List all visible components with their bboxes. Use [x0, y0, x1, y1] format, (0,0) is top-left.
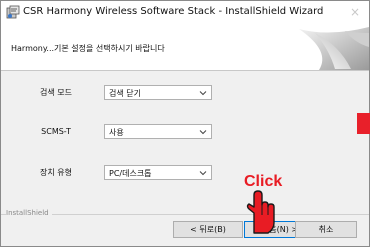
wizard-header: Harmony...기본 설정을 선택하시기 바랍니다 — [1, 23, 369, 71]
search-mode-value: 검색 닫기 — [109, 89, 141, 98]
cancel-button[interactable]: 취소 — [295, 221, 357, 238]
scms-t-label: SCMS-T — [41, 127, 71, 136]
installer-app-icon — [6, 5, 20, 19]
device-type-label: 장치 유형 — [40, 168, 72, 177]
close-icon[interactable]: × — [347, 4, 363, 20]
search-mode-label: 검색 모드 — [40, 88, 72, 97]
installshield-brand: InstallShield — [6, 209, 52, 217]
chevron-down-icon — [199, 171, 207, 176]
title-bar: CSR Harmony Wireless Software Stack - In… — [1, 1, 369, 23]
window-title: CSR Harmony Wireless Software Stack - In… — [23, 6, 324, 17]
pointing-hand-icon — [246, 190, 275, 234]
installer-window: CSR Harmony Wireless Software Stack - In… — [0, 0, 370, 247]
scms-t-select[interactable]: 사용 — [104, 124, 212, 139]
back-button[interactable]: < 뒤로(B) — [173, 221, 243, 238]
scms-t-value: 사용 — [109, 128, 124, 137]
red-edge-marker — [357, 113, 370, 134]
device-type-value: PC/데스크톱 — [109, 169, 152, 178]
chevron-down-icon — [199, 130, 207, 135]
search-mode-select[interactable]: 검색 닫기 — [104, 85, 212, 100]
footer-divider — [1, 214, 369, 215]
chevron-down-icon — [199, 91, 207, 96]
header-instruction: Harmony...기본 설정을 선택하시기 바랍니다 — [11, 44, 165, 53]
device-type-select[interactable]: PC/데스크톱 — [104, 165, 212, 180]
header-banner-graphic-icon — [299, 27, 369, 70]
